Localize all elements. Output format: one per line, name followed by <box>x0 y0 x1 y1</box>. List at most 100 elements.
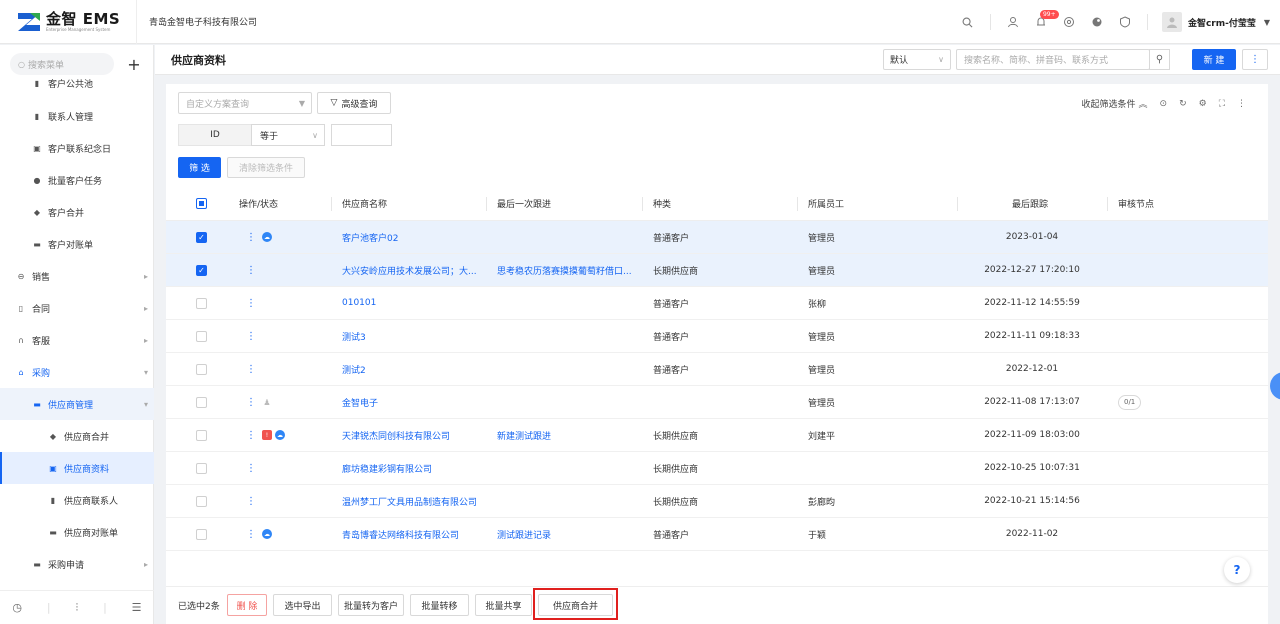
table-row[interactable]: ⋮! ☁ 天津锐杰同创科技有限公司 新建测试跟进 长期供应商 刘建平 2022-11-09 … <box>166 419 1268 452</box>
supplier-search-input[interactable]: 搜索名称、简称、拼音码、联系方式 <box>956 49 1150 70</box>
table-row[interactable]: ⋮ ♟ 金智电子 管理员 2022-11-08 17:13:07 0/1 <box>166 386 1268 419</box>
row-actions-icon[interactable]: ⋮ <box>246 397 256 408</box>
collapse-filter-link[interactable]: 收起筛选条件 <box>1081 97 1135 110</box>
more-button[interactable]: ⋮ <box>1242 49 1268 70</box>
supplier-name-link[interactable]: 客户池客户02 <box>342 221 398 253</box>
supplier-name-link[interactable]: 青岛博睿达网络科技有限公司 <box>342 518 459 550</box>
view-select[interactable]: 默认 ∨ <box>883 49 951 70</box>
export-selected-button[interactable]: 选中导出 <box>273 594 332 616</box>
table-row[interactable]: ✓ ⋮ 大兴安岭应用技术发展公司；大... 思考稳农历落赛摸摸葡萄籽借口... 长期供应… <box>166 254 1268 287</box>
last-track-time: 2022-11-08 17:13:07 <box>984 397 1080 407</box>
row-actions-icon[interactable]: ⋮ <box>246 364 256 375</box>
theme-icon[interactable] <box>1083 0 1111 44</box>
followup-link[interactable]: 新建测试跟进 <box>497 419 551 451</box>
fullscreen-icon[interactable]: ⛶ <box>1219 99 1225 109</box>
supplier-name-link[interactable]: 天津锐杰同创科技有限公司 <box>342 419 450 451</box>
supplier-name-link[interactable]: 金智电子 <box>342 386 378 418</box>
followup-link[interactable]: 思考稳农历落赛摸摸葡萄籽借口... <box>497 254 632 286</box>
sidebar-item-contacts[interactable]: ▮ 联系人管理 <box>0 100 154 132</box>
row-checkbox[interactable] <box>196 320 207 352</box>
new-button[interactable]: 新 建 <box>1192 49 1236 70</box>
supplier-name-link[interactable]: 大兴安岭应用技术发展公司；大... <box>342 254 477 286</box>
search-icon[interactable] <box>954 0 982 44</box>
advanced-query-button[interactable]: ▽ 高级查询 <box>317 92 391 114</box>
row-checkbox[interactable]: ✓ <box>196 221 207 253</box>
row-actions-icon[interactable]: ⋮ <box>246 232 256 243</box>
row-actions-icon[interactable]: ⋮ <box>246 265 256 276</box>
filter-button[interactable]: 筛 选 <box>178 157 221 178</box>
sidebar-item-customer-pool[interactable]: ▮ 客户公共池 <box>0 69 154 97</box>
sidebar-item-customer-merge[interactable]: ◆ 客户合并 <box>0 196 154 228</box>
play-icon[interactable]: ⊙ <box>1160 99 1168 109</box>
sidebar-item-anniversary[interactable]: ▣ 客户联系纪念日 <box>0 132 154 164</box>
row-actions-icon[interactable]: ⋮ <box>246 298 256 309</box>
last-track-time: 2022-10-25 10:07:31 <box>984 463 1080 473</box>
row-checkbox[interactable] <box>196 419 207 451</box>
row-checkbox[interactable] <box>196 287 207 319</box>
refresh-icon[interactable]: ↻ <box>1179 99 1187 109</box>
row-actions-icon[interactable]: ⋮ <box>246 430 256 441</box>
sidebar-item-supplier-contacts[interactable]: ▮ 供应商联系人 <box>0 484 154 516</box>
row-actions-icon[interactable]: ⋮ <box>246 529 256 540</box>
supplier-name-link[interactable]: 廊坊稳建彩钢有限公司 <box>342 452 432 484</box>
sidebar-item-supplier-statement[interactable]: ▬ 供应商对账单 <box>0 516 154 548</box>
sidebar-item-sales[interactable]: ⊖ 销售 ▸ <box>0 260 154 292</box>
table-row[interactable]: ⋮ 廊坊稳建彩钢有限公司 长期供应商 2022-10-25 10:07:31 <box>166 452 1268 485</box>
pool-icon: ▮ <box>34 78 40 88</box>
row-checkbox[interactable]: ✓ <box>196 254 207 286</box>
scheme-select[interactable]: 自定义方案查询 ▼ <box>178 92 312 114</box>
history-icon[interactable]: ◷ <box>12 601 22 614</box>
search-button[interactable]: ⚲ <box>1149 49 1170 70</box>
supplier-name-link[interactable]: 测试3 <box>342 320 366 352</box>
more-icon[interactable]: ⋮ <box>1237 99 1246 109</box>
table-row[interactable]: ⋮ ☁ 青岛博睿达网络科技有限公司 测试跟进记录 普通客户 于颖 2022-11-02 <box>166 518 1268 551</box>
contacts-icon[interactable] <box>999 0 1027 44</box>
logo[interactable]: 金智 EMS Enterprise Management System <box>0 0 137 44</box>
select-all-checkbox[interactable] <box>196 187 207 220</box>
row-checkbox[interactable] <box>196 518 207 550</box>
sidebar-item-purchase[interactable]: ⌂ 采购 ▾ <box>0 356 154 388</box>
filter-value-input[interactable] <box>331 124 392 146</box>
table-row[interactable]: ⋮ 测试3 普通客户 管理员 2022-11-11 09:18:33 <box>166 320 1268 353</box>
sidebar-item-batch-task[interactable]: ● 批量客户任务 <box>0 164 154 196</box>
supplier-name-link[interactable]: 010101 <box>342 287 376 319</box>
row-checkbox[interactable] <box>196 353 207 385</box>
clear-filter-button[interactable]: 清除筛选条件 <box>227 157 305 178</box>
supplier-name-link[interactable]: 温州梦工厂文具用品制造有限公司 <box>342 485 477 517</box>
supplier-name-link[interactable]: 测试2 <box>342 353 366 385</box>
chevron-up-icon[interactable]: ︽ <box>1139 97 1148 110</box>
batch-transfer-button[interactable]: 批量转移 <box>410 594 469 616</box>
settings-icon[interactable] <box>1055 0 1083 44</box>
filter-operator-select[interactable]: 等于 ∨ <box>251 124 325 146</box>
sidebar-item-customer-statement[interactable]: ▬ 客户对账单 <box>0 228 154 260</box>
batch-to-customer-button[interactable]: 批量转为客户 <box>338 594 404 616</box>
row-actions-icon[interactable]: ⋮ <box>246 496 256 507</box>
side-drawer-handle[interactable] <box>1270 372 1280 400</box>
row-actions-icon[interactable]: ⋮ <box>246 463 256 474</box>
help-button[interactable]: ? <box>1224 557 1250 583</box>
table-row[interactable]: ⋮ 测试2 普通客户 管理员 2022-12-01 <box>166 353 1268 386</box>
row-checkbox[interactable] <box>196 485 207 517</box>
filter-icon[interactable]: ⫶ <box>75 601 78 615</box>
table-row[interactable]: ✓ ⋮ ☁ 客户池客户02 普通客户 管理员 2023-01-04 <box>166 221 1268 254</box>
row-checkbox[interactable] <box>196 452 207 484</box>
table-row[interactable]: ⋮ 010101 普通客户 张柳 2022-11-12 14:55:59 <box>166 287 1268 320</box>
settings-icon[interactable]: ⚙ <box>1199 99 1207 109</box>
last-track-time: 2022-11-09 18:03:00 <box>984 430 1080 440</box>
row-actions-icon[interactable]: ⋮ <box>246 331 256 342</box>
user-menu[interactable]: 金智crm-付莹莹 ▼ <box>1156 12 1280 32</box>
sidebar-item-supplier-management[interactable]: ▬ 供应商管理 ▾ <box>0 388 154 420</box>
shield-icon[interactable] <box>1111 0 1139 44</box>
sidebar-item-contract[interactable]: ▯ 合同 ▸ <box>0 292 154 324</box>
sidebar-item-supplier-merge[interactable]: ◆ 供应商合并 <box>0 420 154 452</box>
bell-icon[interactable]: 99+ <box>1027 0 1059 44</box>
menu-icon[interactable]: ☰ <box>132 601 142 614</box>
sidebar-item-purchase-request[interactable]: ▬ 采购申请 ▸ <box>0 548 154 580</box>
delete-button[interactable]: 删 除 <box>227 594 267 616</box>
sidebar-item-service[interactable]: ∩ 客服 ▸ <box>0 324 154 356</box>
followup-link[interactable]: 测试跟进记录 <box>497 518 551 550</box>
table-row[interactable]: ⋮ 温州梦工厂文具用品制造有限公司 长期供应商 彭廊昀 2022-10-21 15:14… <box>166 485 1268 518</box>
batch-share-button[interactable]: 批量共享 <box>475 594 532 616</box>
sidebar-item-supplier-info[interactable]: ▣ 供应商资料 <box>0 452 154 484</box>
row-checkbox[interactable] <box>196 386 207 418</box>
